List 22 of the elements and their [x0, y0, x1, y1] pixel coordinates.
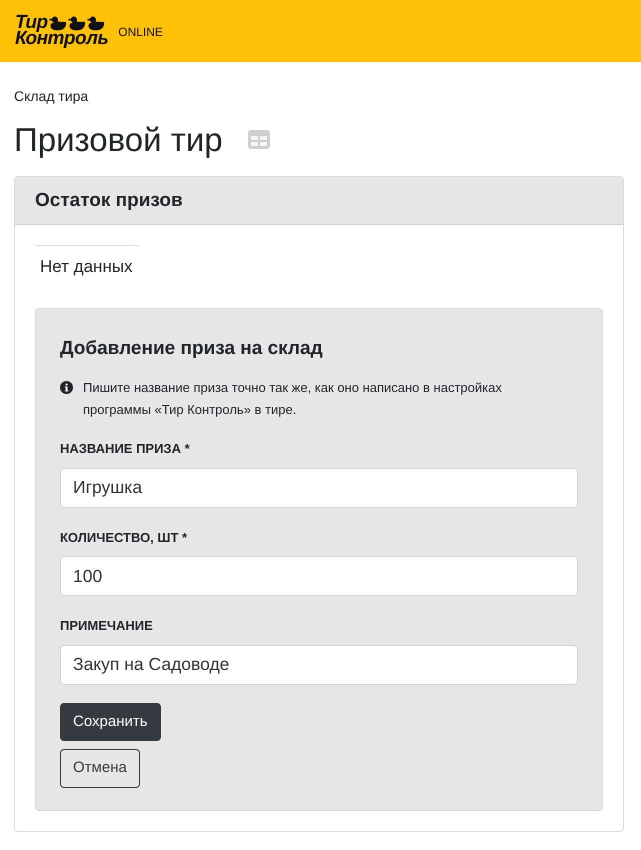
duck-icon — [86, 16, 105, 31]
card-header: Остаток призов — [15, 176, 623, 226]
breadcrumb-text: Склад тира — [14, 87, 90, 106]
input-field[interactable]: Игрушка — [60, 468, 578, 508]
duck-icon — [48, 16, 67, 31]
duck-icon — [68, 16, 86, 31]
save-button[interactable]: Сохранить — [60, 702, 161, 742]
field-label: НАЗВАНИЕ ПРИЗА * — [60, 440, 191, 458]
empty-message: Нет данных — [39, 256, 134, 278]
page-title: Призовой тир — [14, 120, 223, 160]
field-label: ПРИМЕЧАНИЕ — [60, 617, 154, 636]
logo-text: Тир — [15, 15, 48, 31]
logo-tag: ONLINE — [118, 23, 163, 41]
info-text: Пишите название приза точно так же, как оно написано в настройках программы «Тир Контроль» в тире. — [83, 379, 503, 420]
cancel-button[interactable]: Отмена — [60, 749, 140, 788]
field-label: КОЛИЧЕСТВО, ШТ * — [60, 528, 188, 547]
input-field[interactable]: 100 — [60, 556, 578, 596]
logo-text: Контроль — [15, 31, 108, 47]
input-field[interactable]: Закуп на Садоводе — [60, 644, 578, 685]
form-title: Добавление приза на склад — [60, 336, 324, 361]
info-icon — [60, 381, 73, 394]
table-icon — [248, 130, 270, 150]
